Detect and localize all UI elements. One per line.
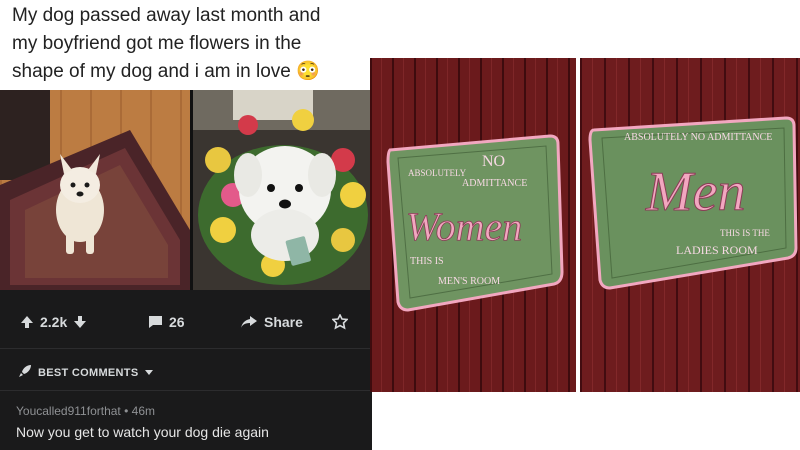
women-sign-line5: MEN'S ROOM (438, 276, 500, 287)
post: My dog passed away last month and my boy… (0, 0, 372, 450)
meta-separator: • (124, 404, 132, 418)
divider (0, 390, 372, 391)
vote-control: 2.2k (20, 314, 87, 330)
upvote-icon[interactable] (20, 315, 34, 329)
share-label: Share (264, 314, 303, 330)
men-sign-line2: THIS IS THE (720, 228, 770, 238)
women-sign-photo[interactable]: ABSOLUTELY NO ADMITTANCE Women THIS IS M… (370, 58, 576, 392)
action-bar: 2.2k 26 Share (0, 290, 372, 354)
comment-text: Now you get to watch your dog die again (16, 424, 269, 440)
best-comments-sort[interactable]: BEST COMMENTS (18, 364, 154, 381)
men-sign-photo[interactable]: ABSOLUTELY NO ADMITTANCE Men THIS IS THE… (580, 58, 800, 392)
share-button[interactable]: Share (240, 314, 303, 330)
post-caption: My dog passed away last month and my boy… (12, 2, 362, 86)
women-sign-line2: NO (482, 153, 505, 170)
women-sign-line4: THIS IS (410, 256, 444, 267)
men-sign-line3: LADIES ROOM (676, 243, 758, 257)
comments-button[interactable]: 26 (148, 314, 185, 330)
men-sign-line1: ABSOLUTELY NO ADMITTANCE (624, 132, 772, 143)
women-sign-line1: ABSOLUTELY (408, 168, 467, 178)
comment-age: 46m (131, 404, 155, 418)
share-icon (240, 315, 258, 329)
post-footer: 2.2k 26 Share BEST COMMENTS Youcalled911… (0, 290, 372, 450)
comment-icon (148, 315, 163, 329)
rocket-icon (18, 364, 32, 381)
comment-username[interactable]: Youcalled911forthat (16, 404, 121, 418)
men-sign-big: Men (645, 161, 746, 223)
flower-dog-photo[interactable] (193, 90, 372, 290)
award-button[interactable] (332, 314, 348, 330)
divider (0, 348, 372, 349)
caption-line-3: shape of my dog and i am in love 😳 (12, 61, 320, 82)
chevron-down-icon (144, 367, 154, 379)
dog-photo[interactable] (0, 90, 190, 290)
photo-row (0, 90, 372, 290)
caption-line-2: my boyfriend got me flowers in the (12, 33, 302, 54)
best-comments-label: BEST COMMENTS (38, 366, 139, 379)
vote-count: 2.2k (40, 314, 68, 330)
comment-meta: Youcalled911forthat • 46m (16, 404, 155, 418)
caption-line-1: My dog passed away last month and (12, 5, 321, 26)
downvote-icon[interactable] (73, 315, 87, 329)
women-sign-line3: ADMITTANCE (462, 178, 527, 189)
award-icon (332, 314, 348, 330)
comments-count: 26 (169, 314, 185, 330)
women-sign-big: Women (406, 204, 522, 249)
